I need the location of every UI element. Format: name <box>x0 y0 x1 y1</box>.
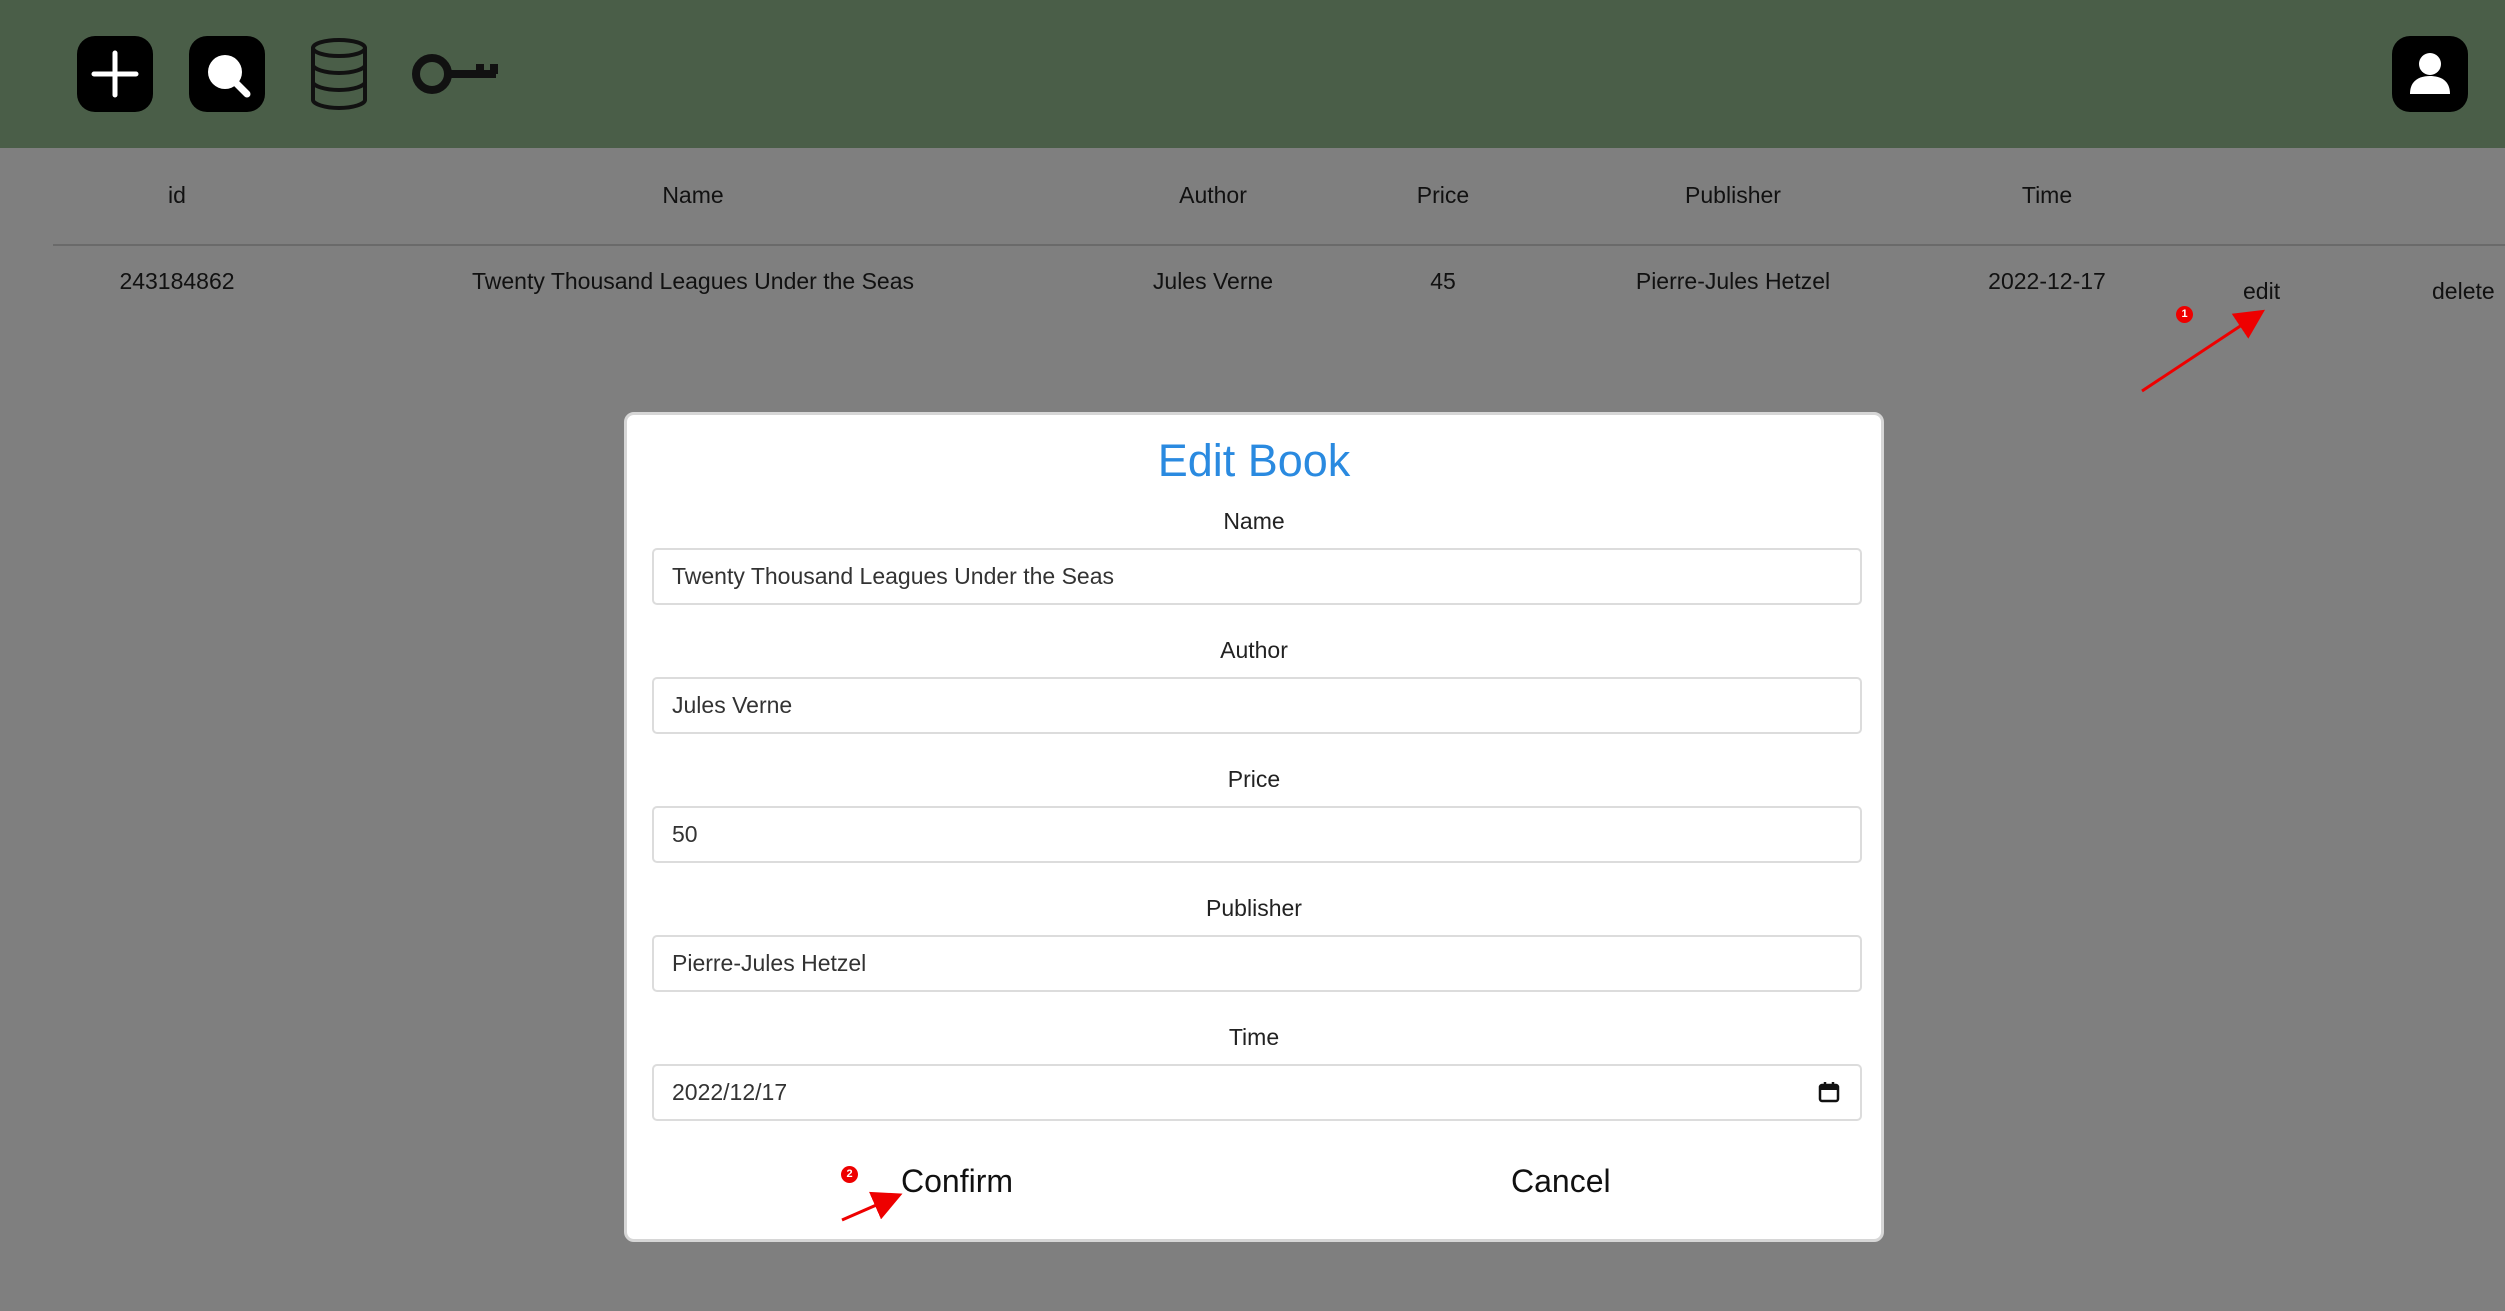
key-icon[interactable] <box>410 36 500 112</box>
time-field-wrapper <box>652 1064 1862 1121</box>
cell-name: Twenty Thousand Leagues Under the Seas <box>472 268 914 294</box>
author-field[interactable] <box>652 677 1862 734</box>
header-price: Price <box>1416 182 1470 208</box>
header-id: id <box>168 182 186 208</box>
header-author: Author <box>1179 182 1247 208</box>
add-icon[interactable] <box>77 36 153 112</box>
cell-id: 243184862 <box>119 268 235 294</box>
price-field[interactable] <box>652 806 1862 863</box>
header-name: Name <box>662 182 724 208</box>
edit-link[interactable]: edit <box>2243 278 2280 305</box>
cell-time: 2022-12-17 <box>1988 268 2106 294</box>
time-label: Time <box>1228 1024 1280 1050</box>
search-icon[interactable] <box>189 36 265 112</box>
price-label: Price <box>1227 766 1281 792</box>
name-field[interactable] <box>652 548 1862 605</box>
cell-publisher: Pierre-Jules Hetzel <box>1635 268 1831 294</box>
cancel-button[interactable]: Cancel <box>1511 1163 1611 1200</box>
publisher-label: Publisher <box>1206 895 1302 921</box>
table-header: id Name Author Price Publisher Time <box>53 148 2505 246</box>
header-time: Time <box>2021 182 2073 208</box>
top-toolbar <box>0 0 2505 148</box>
step-marker-1: 1 <box>2176 306 2193 323</box>
books-table: id Name Author Price Publisher Time <box>53 148 2505 246</box>
time-field[interactable] <box>652 1064 1862 1121</box>
user-icon[interactable] <box>2392 36 2468 112</box>
confirm-button[interactable]: Confirm <box>901 1163 1013 1200</box>
edit-book-dialog: Edit Book Name Author Price Publisher Ti… <box>624 412 1884 1242</box>
name-label: Name <box>1223 508 1285 534</box>
author-label: Author <box>1220 637 1288 663</box>
cell-price: 45 <box>1430 268 1456 294</box>
calendar-icon[interactable] <box>1818 1081 1840 1103</box>
delete-link[interactable]: delete <box>2432 278 2495 305</box>
arrow-to-edit <box>2141 309 2266 393</box>
dialog-title: Edit Book <box>1157 435 1351 486</box>
step-marker-2: 2 <box>841 1166 858 1183</box>
header-publisher: Publisher <box>1685 182 1781 208</box>
database-icon[interactable] <box>301 36 377 112</box>
publisher-field[interactable] <box>652 935 1862 992</box>
cell-author: Jules Verne <box>1152 268 1274 294</box>
